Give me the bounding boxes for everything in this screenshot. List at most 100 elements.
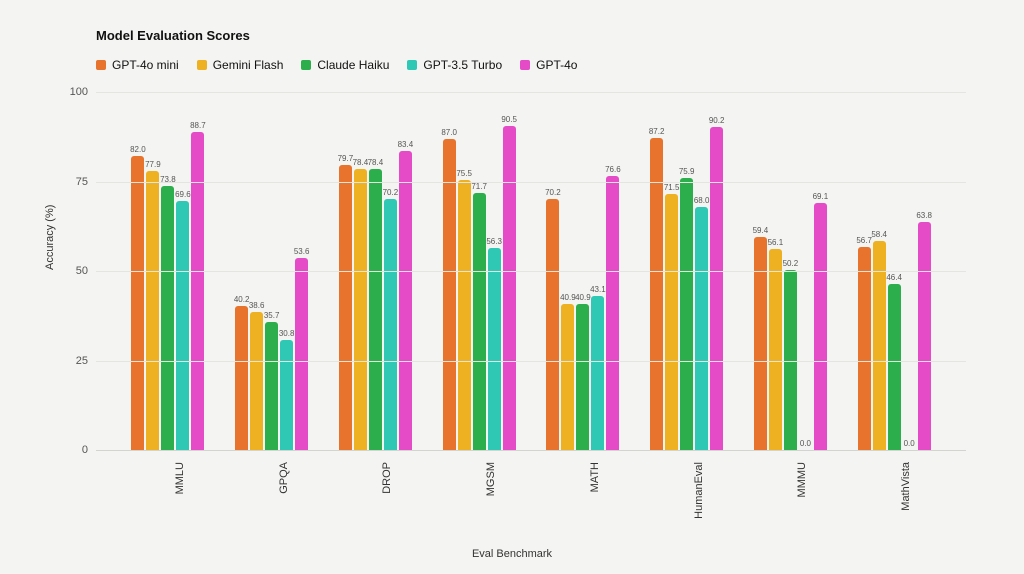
bar: 68.0 (695, 207, 708, 450)
bar-value-label: 90.5 (501, 116, 517, 126)
bar: 40.9 (561, 304, 574, 450)
bar-value-label: 79.7 (338, 155, 354, 165)
bar-value-label: 43.1 (590, 286, 606, 296)
bar-value-label: 56.7 (856, 237, 872, 247)
bar: 69.6 (176, 201, 189, 450)
bar-value-label: 82.0 (130, 146, 146, 156)
bar: 90.5 (503, 126, 516, 450)
bar-value-label: 68.0 (694, 197, 710, 207)
legend-swatch (407, 60, 417, 70)
legend-item: GPT-4o (520, 58, 577, 72)
bar: 59.4 (754, 237, 767, 450)
bar: 30.8 (280, 340, 293, 450)
bar: 69.1 (814, 203, 827, 450)
chart-plot-area: 82.077.973.869.688.740.238.635.730.853.6… (96, 92, 966, 451)
bar-value-label: 71.7 (471, 183, 487, 193)
bar-value-label: 90.2 (709, 117, 725, 127)
bar-value-label: 56.3 (486, 238, 502, 248)
bar-value-label: 69.6 (175, 191, 191, 201)
bar-value-label: 87.0 (441, 129, 457, 139)
bar-value-label: 75.5 (456, 170, 472, 180)
bar: 90.2 (710, 127, 723, 450)
bar-value-label: 88.7 (190, 122, 206, 132)
bar-value-label: 69.1 (813, 193, 829, 203)
legend-swatch (520, 60, 530, 70)
y-tick-label: 75 (60, 176, 88, 188)
bar: 88.7 (191, 132, 204, 450)
bar: 46.4 (888, 284, 901, 450)
bar-value-label: 40.9 (575, 294, 591, 304)
bar-value-label: 30.8 (279, 330, 295, 340)
gridline (96, 361, 966, 362)
chart-title: Model Evaluation Scores (96, 28, 250, 43)
bar: 35.7 (265, 322, 278, 450)
bar-value-label: 77.9 (145, 161, 161, 171)
legend-item: GPT-3.5 Turbo (407, 58, 502, 72)
bar: 75.5 (458, 180, 471, 450)
bar: 38.6 (250, 312, 263, 450)
bar: 79.7 (339, 165, 352, 450)
legend-swatch (197, 60, 207, 70)
y-tick-label: 25 (60, 355, 88, 367)
bar: 75.9 (680, 178, 693, 450)
bar-value-label: 58.4 (871, 231, 887, 241)
gridline (96, 92, 966, 93)
bar: 70.2 (384, 199, 397, 450)
bar: 58.4 (873, 241, 886, 450)
bar-value-label: 78.4 (353, 159, 369, 169)
bar-value-label: 87.2 (649, 128, 665, 138)
bar: 71.7 (473, 193, 486, 450)
chart-legend: GPT-4o mini Gemini Flash Claude Haiku GPT-3… (96, 58, 577, 72)
gridline (96, 182, 966, 183)
bar-value-label: 0.0 (904, 440, 915, 450)
gridline (96, 271, 966, 272)
bar: 83.4 (399, 151, 412, 450)
bar: 78.4 (369, 169, 382, 450)
legend-label: Gemini Flash (213, 58, 284, 72)
bar-value-label: 70.2 (383, 189, 399, 199)
legend-swatch (301, 60, 311, 70)
legend-item: GPT-4o mini (96, 58, 179, 72)
legend-label: GPT-4o mini (112, 58, 179, 72)
bar: 56.1 (769, 249, 782, 450)
bar: 56.7 (858, 247, 871, 450)
y-tick-label: 50 (60, 265, 88, 277)
bar-value-label: 35.7 (264, 312, 280, 322)
y-tick-label: 0 (60, 444, 88, 456)
legend-label: GPT-4o (536, 58, 577, 72)
y-axis-label: Accuracy (%) (44, 205, 56, 270)
bar-value-label: 53.6 (294, 248, 310, 258)
x-axis-label: Eval Benchmark (0, 548, 1024, 560)
bar: 56.3 (488, 248, 501, 450)
legend-item: Gemini Flash (197, 58, 284, 72)
bar-value-label: 59.4 (753, 227, 769, 237)
bar: 43.1 (591, 296, 604, 450)
bar: 78.4 (354, 169, 367, 450)
bar-value-label: 38.6 (249, 302, 265, 312)
bar-value-label: 0.0 (800, 440, 811, 450)
bar-value-label: 50.2 (783, 260, 799, 270)
bar-value-label: 56.1 (768, 239, 784, 249)
legend-swatch (96, 60, 106, 70)
bar-value-label: 83.4 (398, 141, 414, 151)
bar-value-label: 40.9 (560, 294, 576, 304)
bar: 70.2 (546, 199, 559, 450)
bar-value-label: 71.5 (664, 184, 680, 194)
bar: 53.6 (295, 258, 308, 450)
bar-value-label: 75.9 (679, 168, 695, 178)
bar: 40.9 (576, 304, 589, 450)
bar: 87.2 (650, 138, 663, 450)
legend-label: Claude Haiku (317, 58, 389, 72)
bar-value-label: 46.4 (886, 274, 902, 284)
bar-value-label: 40.2 (234, 296, 250, 306)
bar: 87.0 (443, 139, 456, 450)
bar: 73.8 (161, 186, 174, 450)
bar: 40.2 (235, 306, 248, 450)
legend-item: Claude Haiku (301, 58, 389, 72)
legend-label: GPT-3.5 Turbo (423, 58, 502, 72)
bar: 76.6 (606, 176, 619, 450)
bar-value-label: 78.4 (368, 159, 384, 169)
bar-value-label: 76.6 (605, 166, 621, 176)
y-tick-label: 100 (60, 86, 88, 98)
bar-value-label: 70.2 (545, 189, 561, 199)
